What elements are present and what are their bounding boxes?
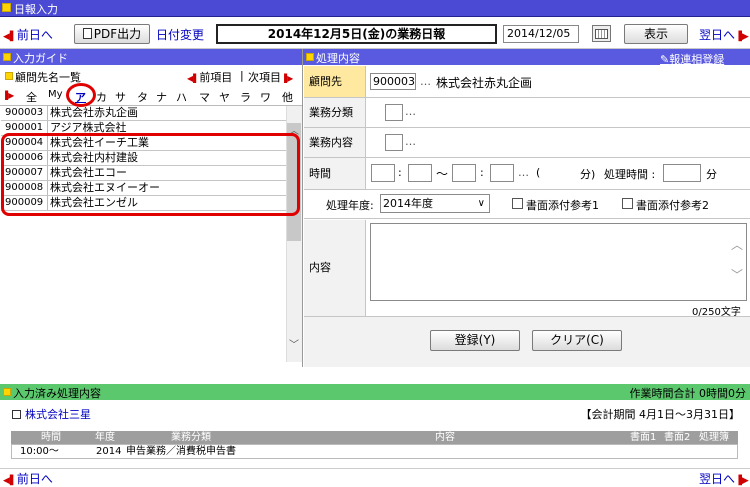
kana-tab-ma[interactable]: マ: [199, 89, 210, 105]
fiscal-year-select[interactable]: 2014年度 ∨: [380, 194, 490, 213]
client-lookup-dots[interactable]: …: [420, 75, 431, 88]
category-lookup-dots[interactable]: …: [405, 105, 416, 118]
fiscal-period: 【会計期間 4月1日～3月31日】: [580, 408, 741, 421]
kana-filter-bar: ▐▶ 全 My ア カ サ タ ナ ハ マ ヤ ラ ワ 他: [0, 87, 302, 106]
next-day-link[interactable]: 翌日へ▐▶: [699, 26, 749, 43]
category-input[interactable]: [385, 104, 403, 121]
kana-tab-ta[interactable]: タ: [137, 89, 148, 105]
footer-nav: [0, 468, 750, 487]
time-label: 時間: [304, 158, 366, 189]
attach1-checkbox[interactable]: [512, 198, 523, 209]
show-button[interactable]: 表示: [624, 24, 688, 44]
title-square-icon: [2, 3, 11, 12]
client-list-label: 顧問先名一覧: [15, 71, 81, 84]
prev-day-link[interactable]: ◀▌前日へ: [3, 26, 53, 43]
fiscal-row: 処理年度: 2014年度 ∨ 書面添付参考1 書面添付参考2: [304, 190, 750, 219]
chevron-down-icon: ∨: [477, 198, 485, 209]
client-label: 顧問先: [304, 66, 366, 97]
content-type-label: 業務内容: [304, 128, 366, 157]
prev-arrow-icon: ◀▌: [3, 476, 17, 486]
kana-tab-ka[interactable]: カ: [96, 89, 107, 105]
header-square-icon: [306, 53, 314, 61]
header-square-icon: [3, 53, 11, 61]
fiscal-year-label: 処理年度:: [326, 199, 374, 212]
header-square-icon: [3, 388, 11, 396]
kana-tab-ra[interactable]: ラ: [240, 89, 251, 105]
input-guide-header: 入力ガイド: [0, 49, 302, 65]
next-arrow-icon: ▐▶: [735, 32, 749, 42]
start-hour-input[interactable]: [371, 164, 395, 182]
textarea-scroll-up-icon[interactable]: ︿: [731, 238, 743, 253]
kana-tab-ha[interactable]: ハ: [176, 89, 187, 105]
report-title: 2014年12月5日(金)の業務日報: [216, 24, 497, 44]
kana-tab-wa[interactable]: ワ: [260, 89, 271, 105]
attach2-checkbox[interactable]: [622, 198, 633, 209]
prev-item-link[interactable]: ◀▌前項目: [187, 69, 232, 85]
start-minute-input[interactable]: [408, 164, 432, 182]
attach2-label: 書面添付参考2: [636, 199, 709, 212]
window-title: 日報入力: [14, 3, 58, 16]
related-register-link[interactable]: ✎報連相登録: [660, 51, 724, 67]
pdf-output-button[interactable]: PDF出力: [74, 24, 150, 44]
footer-next-day-link[interactable]: 翌日へ▐▶: [699, 470, 749, 487]
scroll-down-icon[interactable]: ﹀: [287, 336, 301, 351]
form-button-row: 登録(Y) クリア(C): [304, 317, 750, 367]
next-arrow-icon: ▐▶: [735, 476, 749, 486]
document-icon: [82, 28, 92, 39]
next-item-link[interactable]: 次項目▐▶: [248, 69, 293, 85]
date-input[interactable]: 2014/12/05: [503, 25, 579, 43]
client-row: 顧問先 900003 … 株式会社赤丸企画: [304, 66, 750, 98]
table-row[interactable]: 10:00～ 2014 申告業務／消費税申告書: [11, 444, 738, 459]
highlight-box: [1, 133, 300, 216]
kana-tab-na[interactable]: ナ: [156, 89, 167, 105]
content-type-lookup-dots[interactable]: …: [405, 135, 416, 148]
total-time: 作業時間合計 0時間0分: [629, 387, 747, 400]
kana-tab-sa[interactable]: サ: [115, 89, 126, 105]
records-header: 入力済み処理内容 作業時間合計 0時間0分: [0, 384, 750, 400]
content-textarea[interactable]: ︿ ﹀: [370, 223, 747, 301]
client-code-input[interactable]: 900003: [370, 73, 416, 90]
clear-button[interactable]: クリア(C): [532, 330, 622, 351]
footer-prev-day-link[interactable]: ◀▌前日へ: [3, 470, 53, 487]
kana-tab-my[interactable]: My: [48, 89, 63, 100]
content-row: 内容 ︿ ﹀ 0/250文字: [304, 220, 750, 318]
record-client[interactable]: 株式会社三星: [12, 406, 91, 422]
attach1-label: 書面添付参考1: [526, 199, 599, 212]
kana-tab-ya[interactable]: ヤ: [219, 89, 230, 105]
content-type-input[interactable]: [385, 134, 403, 151]
processing-time-label: 処理時間 :: [604, 168, 656, 181]
guide-subheader: 顧問先名一覧 ◀▌前項目 | 次項目▐▶: [0, 66, 302, 86]
content-type-row: 業務内容 …: [304, 128, 750, 158]
end-hour-input[interactable]: [452, 164, 476, 182]
char-count: 0/250文字: [692, 307, 741, 318]
textarea-scroll-down-icon[interactable]: ﹀: [731, 268, 743, 283]
category-row: 業務分類 …: [304, 98, 750, 128]
pencil-icon: ✎: [660, 53, 670, 66]
register-button[interactable]: 登録(Y): [430, 330, 520, 351]
content-label: 内容: [304, 220, 366, 316]
duration-minutes: 分): [580, 168, 596, 181]
section-square-icon: [5, 72, 13, 80]
kana-tab-other[interactable]: 他: [282, 89, 293, 105]
time-lookup-dots[interactable]: …: [518, 166, 529, 179]
window-titlebar: 日報入力: [0, 0, 750, 17]
highlight-circle: [66, 83, 96, 107]
kana-tab-all[interactable]: 全: [26, 89, 37, 105]
list-icon: [12, 410, 21, 419]
list-item[interactable]: 900003 株式会社赤丸企画: [1, 106, 286, 121]
calendar-icon[interactable]: [592, 25, 611, 42]
processing-time-input[interactable]: [663, 164, 701, 182]
end-minute-input[interactable]: [490, 164, 514, 182]
records-table-header: 時間 年度 業務分類 内容 書面1 書面2 処理簿: [11, 431, 738, 444]
panel-divider: [302, 49, 303, 367]
prev-arrow-icon: ◀▌: [3, 32, 17, 42]
date-change-link[interactable]: 日付変更: [156, 26, 204, 43]
kana-left-arrow-icon[interactable]: ▐▶: [2, 91, 14, 100]
time-row: 時間 : ～ : … ( 分) 処理時間 : 分: [304, 158, 750, 190]
category-label: 業務分類: [304, 98, 366, 127]
client-name: 株式会社赤丸企画: [436, 76, 533, 90]
